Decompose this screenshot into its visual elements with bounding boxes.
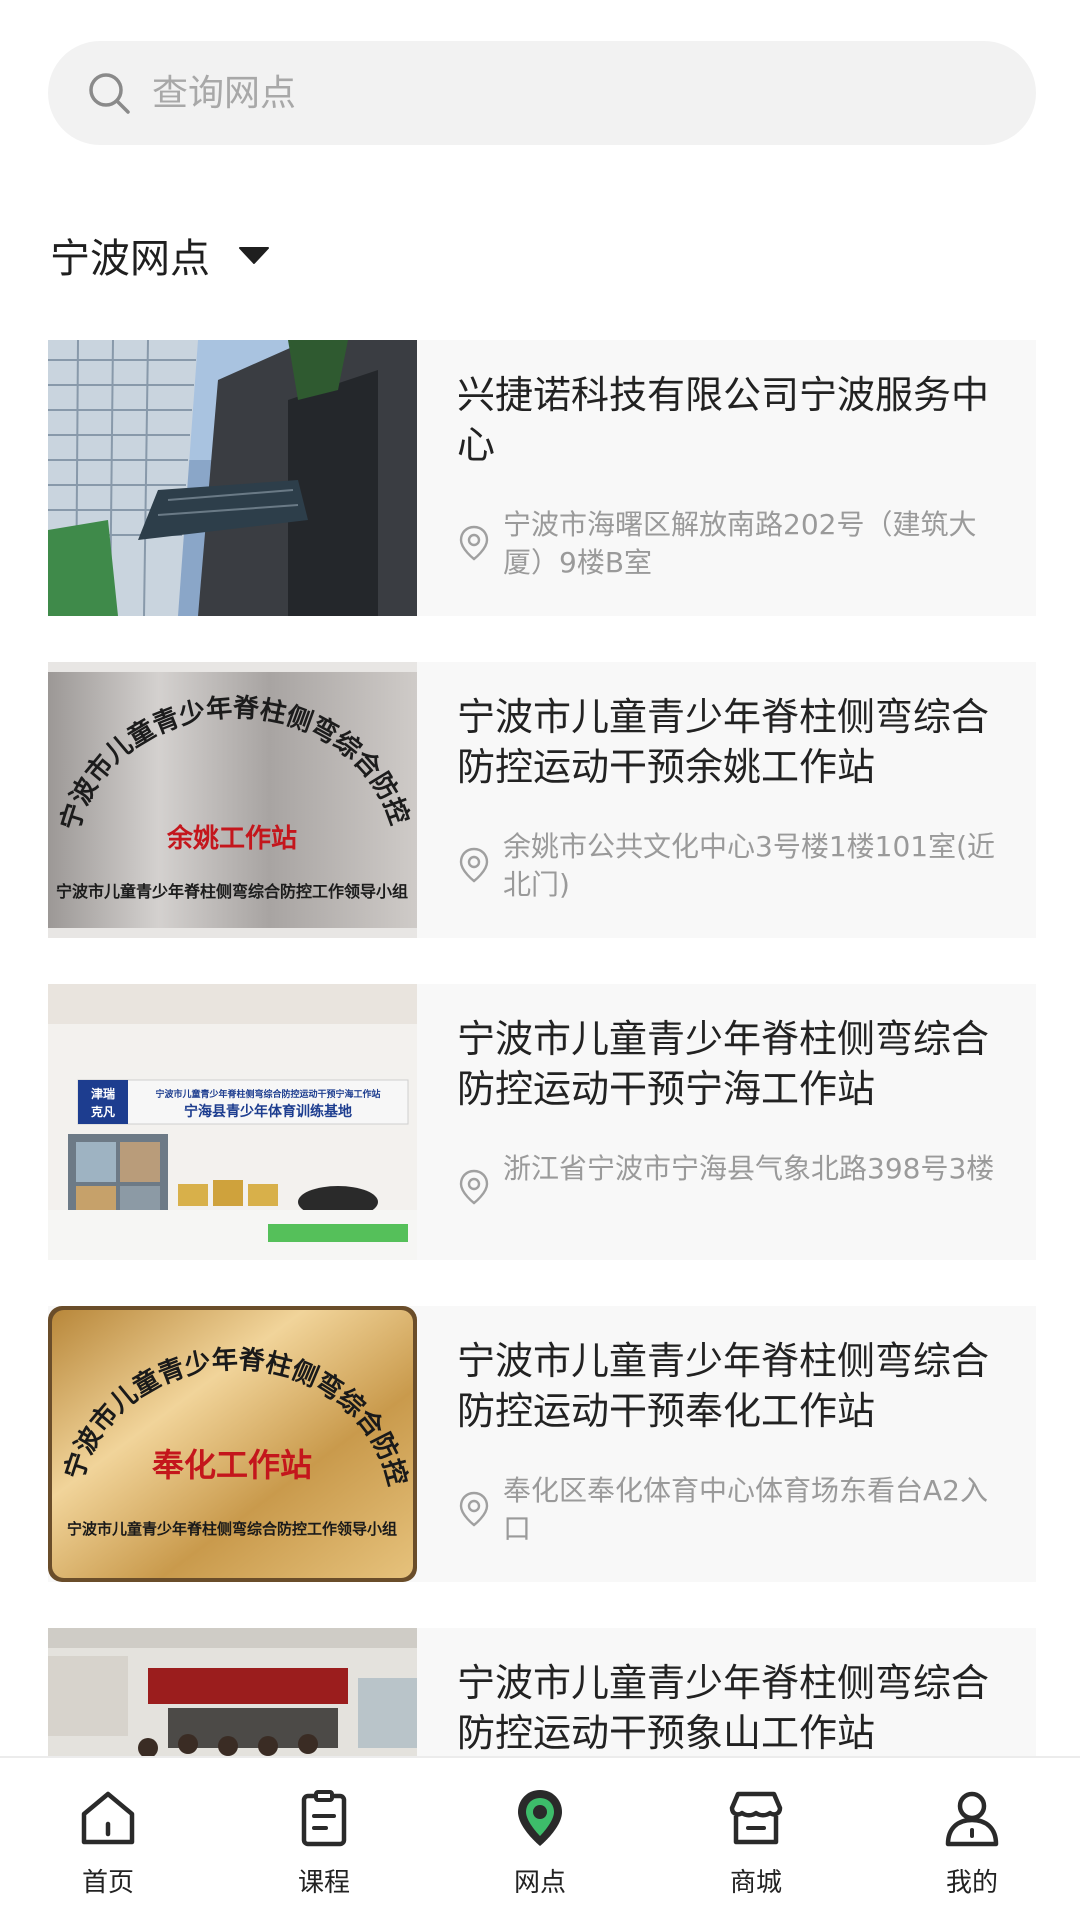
- nav-label: 商城: [729, 1868, 782, 1898]
- nav-item-home[interactable]: 首页: [0, 1758, 216, 1920]
- profile-icon: [945, 1791, 999, 1847]
- station-address-row: 余姚市公共文化中心3号楼1楼101室(近北门): [457, 828, 1008, 904]
- station-image-plaque: 宁波市儿童青少年脊柱侧弯综合防控运动干预 余姚工作站 宁波市儿童青少年脊柱侧弯综…: [48, 662, 417, 938]
- station-address-row: 奉化区奉化体育中心体育场东看台A2入口: [457, 1472, 1008, 1548]
- station-image-plaque: 宁波市儿童青少年脊柱侧弯综合防控运动干预 奉化工作站 宁波市儿童青少年脊柱侧弯综…: [48, 1306, 417, 1582]
- station-address: 奉化区奉化体育中心体育场东看台A2入口: [503, 1474, 988, 1545]
- location-icon: [459, 847, 489, 883]
- station-address-row: 宁波市海曙区解放南路202号（建筑大厦）9楼B室: [457, 506, 1008, 582]
- station-info: 宁波市儿童青少年脊柱侧弯综合防控运动干预奉化工作站 奉化区奉化体育中心体育场东看…: [417, 1306, 1036, 1582]
- location-icon: [459, 1169, 489, 1205]
- nav-item-profile[interactable]: 我的: [864, 1758, 1080, 1920]
- course-icon: [301, 1790, 347, 1847]
- station-info: 兴捷诺科技有限公司宁波服务中心 宁波市海曙区解放南路202号（建筑大厦）9楼B室: [417, 340, 1036, 616]
- station-card[interactable]: 宁波市儿童青少年脊柱侧弯综合防控运动干预 奉化工作站 宁波市儿童青少年脊柱侧弯综…: [48, 1306, 1036, 1582]
- station-card[interactable]: 宁波市儿童青少年脊柱侧弯综合防控运动干预 余姚工作站 宁波市儿童青少年脊柱侧弯综…: [48, 662, 1036, 938]
- station-address: 宁波市海曙区解放南路202号（建筑大厦）9楼B室: [503, 508, 977, 579]
- caret-down-icon: [239, 247, 269, 264]
- sign-line1: 宁波市儿童青少年脊柱侧弯综合防控运动干预宁海工作站: [155, 1088, 380, 1100]
- search-icon: [89, 73, 130, 114]
- nav-label: 首页: [81, 1868, 134, 1898]
- location-icon: [459, 525, 489, 561]
- bottom-nav: 首页 课程 网点 商城 我的: [0, 1756, 1080, 1920]
- station-address: 浙江省宁波市宁海县气象北路398号3楼: [503, 1152, 995, 1185]
- region-selector[interactable]: 宁波网点: [50, 222, 272, 288]
- location-pin-icon: [518, 1790, 562, 1846]
- station-name: 宁波市儿童青少年脊柱侧弯综合防控运动干预象山工作站: [457, 1661, 990, 1755]
- station-name: 兴捷诺科技有限公司宁波服务中心: [457, 373, 990, 467]
- nav-label: 网点: [513, 1868, 566, 1898]
- search-bar[interactable]: [48, 41, 1036, 145]
- station-info: 宁波市儿童青少年脊柱侧弯综合防控运动干预象山工作站: [417, 1628, 1036, 1756]
- station-card[interactable]: 津瑞 克凡 宁波市儿童青少年脊柱侧弯综合防控运动干预宁海工作站 宁海县青少年体育…: [48, 984, 1036, 1260]
- sign-brand-top: 津瑞: [91, 1086, 115, 1101]
- station-address-row: 浙江省宁波市宁海县气象北路398号3楼: [457, 1150, 1008, 1206]
- station-address: 余姚市公共文化中心3号楼1楼101室(近北门): [503, 830, 995, 901]
- plaque-bottom-text: 宁波市儿童青少年脊柱侧弯综合防控工作领导小组: [56, 882, 408, 901]
- station-card[interactable]: 宁波市儿童青少年脊柱侧弯综合防控运动干预象山工作站: [48, 1628, 1036, 1756]
- nav-label: 我的: [945, 1868, 998, 1898]
- search-input[interactable]: [152, 63, 972, 123]
- store-icon: [729, 1791, 783, 1845]
- plaque-center-text: 余姚工作站: [166, 823, 297, 854]
- nav-item-course[interactable]: 课程: [216, 1758, 432, 1920]
- station-info: 宁波市儿童青少年脊柱侧弯综合防控运动干预宁海工作站 浙江省宁波市宁海县气象北路3…: [417, 984, 1036, 1260]
- plaque-center-text: 奉化工作站: [152, 1446, 312, 1484]
- nav-item-stations[interactable]: 网点: [432, 1758, 648, 1920]
- station-image-reception: 津瑞 克凡 宁波市儿童青少年脊柱侧弯综合防控运动干预宁海工作站 宁海县青少年体育…: [48, 984, 417, 1260]
- station-info: 宁波市儿童青少年脊柱侧弯综合防控运动干预余姚工作站 余姚市公共文化中心3号楼1楼…: [417, 662, 1036, 938]
- home-icon: [81, 1791, 135, 1845]
- location-icon: [459, 1491, 489, 1527]
- nav-label: 课程: [297, 1868, 350, 1898]
- station-name: 宁波市儿童青少年脊柱侧弯综合防控运动干预奉化工作站: [457, 1339, 990, 1433]
- station-name: 宁波市儿童青少年脊柱侧弯综合防控运动干预余姚工作站: [457, 695, 990, 789]
- region-label: 宁波网点: [50, 236, 210, 282]
- plaque-bottom-text: 宁波市儿童青少年脊柱侧弯综合防控工作领导小组: [67, 1520, 397, 1538]
- station-list: 兴捷诺科技有限公司宁波服务中心 宁波市海曙区解放南路202号（建筑大厦）9楼B室: [48, 340, 1036, 1756]
- sign-brand-bottom: 克凡: [91, 1104, 115, 1119]
- station-card[interactable]: 兴捷诺科技有限公司宁波服务中心 宁波市海曙区解放南路202号（建筑大厦）9楼B室: [48, 340, 1036, 616]
- sign-line2: 宁海县青少年体育训练基地: [184, 1103, 352, 1120]
- station-list-page: 宁波网点: [0, 0, 1080, 1920]
- station-image-building: [48, 340, 417, 616]
- station-image-group: [48, 1628, 417, 1756]
- station-name: 宁波市儿童青少年脊柱侧弯综合防控运动干预宁海工作站: [457, 1017, 990, 1111]
- nav-item-store[interactable]: 商城: [648, 1758, 864, 1920]
